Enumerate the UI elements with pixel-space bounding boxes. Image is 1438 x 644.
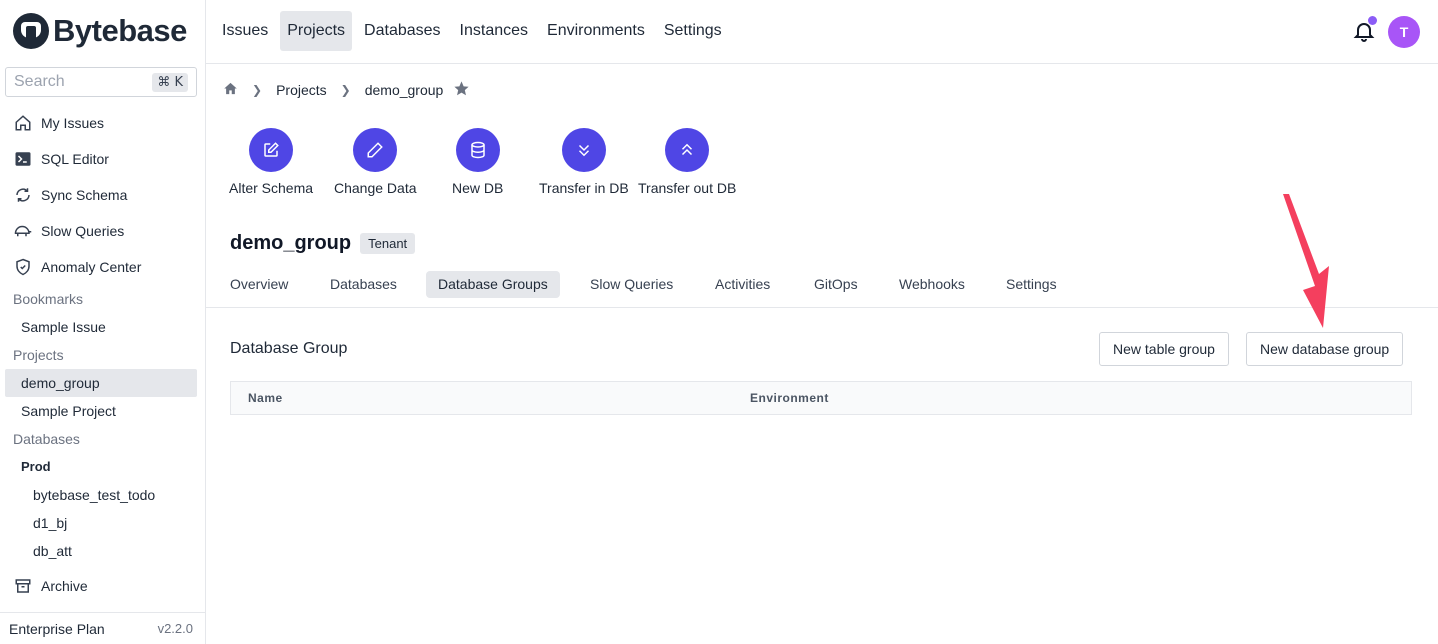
double-chevron-down-icon bbox=[561, 128, 606, 172]
turtle-icon bbox=[13, 221, 33, 241]
database-item[interactable]: bytebase_test_todo bbox=[0, 481, 206, 509]
column-header-environment: Environment bbox=[750, 391, 829, 405]
top-nav: Issues Projects Databases Instances Envi… bbox=[215, 11, 734, 51]
database-item[interactable]: db_att bbox=[0, 537, 206, 565]
environment-label[interactable]: Prod bbox=[0, 453, 206, 481]
quick-action-label: New DB bbox=[452, 180, 504, 196]
archive-icon bbox=[13, 576, 33, 596]
sidebar-item-my-issues[interactable]: My Issues bbox=[0, 105, 206, 141]
bookmark-item[interactable]: Sample Issue bbox=[0, 313, 206, 341]
quick-action-label: Alter Schema bbox=[229, 180, 314, 196]
sync-icon bbox=[13, 185, 33, 205]
tab-slow-queries[interactable]: Slow Queries bbox=[578, 271, 685, 298]
topnav-settings[interactable]: Settings bbox=[657, 11, 729, 51]
app-name: Bytebase bbox=[53, 13, 187, 48]
chevron-right-icon: ❯ bbox=[252, 83, 263, 97]
sidebar-item-sql-editor[interactable]: SQL Editor bbox=[0, 141, 206, 177]
project-tabs: Overview Databases Database Groups Slow … bbox=[206, 270, 1438, 308]
plan-label[interactable]: Enterprise Plan bbox=[9, 621, 105, 637]
sidebar: Bytebase ⌘ K My Issues SQL Editor Sync S… bbox=[0, 0, 206, 644]
notification-bell-icon[interactable] bbox=[1352, 16, 1377, 43]
quick-action-transfer-out-db[interactable]: Transfer out DB bbox=[638, 128, 736, 196]
quick-action-alter-schema[interactable]: Alter Schema bbox=[229, 128, 313, 196]
project-header: demo_group Tenant bbox=[230, 232, 416, 255]
version-label: v2.2.0 bbox=[157, 621, 193, 636]
tab-settings[interactable]: Settings bbox=[994, 271, 1069, 298]
avatar[interactable]: T bbox=[1388, 16, 1420, 48]
sidebar-item-archive[interactable]: Archive bbox=[0, 568, 206, 604]
shield-icon bbox=[13, 257, 33, 277]
sidebar-nav: My Issues SQL Editor Sync Schema Slow Qu… bbox=[0, 105, 206, 604]
project-item-sample-project[interactable]: Sample Project bbox=[0, 397, 206, 425]
quick-action-label: Change Data bbox=[334, 180, 417, 196]
search-shortcut: ⌘ K bbox=[152, 72, 188, 92]
topnav-databases[interactable]: Databases bbox=[357, 11, 448, 51]
sidebar-item-label: Sync Schema bbox=[41, 187, 128, 203]
tab-overview[interactable]: Overview bbox=[218, 271, 300, 298]
annotation-arrow-icon bbox=[1283, 194, 1329, 328]
sidebar-item-sync-schema[interactable]: Sync Schema bbox=[0, 177, 206, 213]
search-input[interactable] bbox=[14, 73, 134, 91]
new-database-group-button[interactable]: New database group bbox=[1246, 332, 1404, 366]
sidebar-item-label: Slow Queries bbox=[41, 223, 125, 239]
bytebase-logo[interactable]: Bytebase bbox=[13, 13, 187, 49]
edit-square-icon bbox=[249, 128, 294, 172]
breadcrumb-projects[interactable]: Projects bbox=[276, 82, 327, 98]
notification-dot bbox=[1368, 16, 1377, 25]
sidebar-item-anomaly-center[interactable]: Anomaly Center bbox=[0, 249, 206, 285]
tab-gitops[interactable]: GitOps bbox=[802, 271, 870, 298]
tab-databases[interactable]: Databases bbox=[318, 271, 409, 298]
sidebar-item-label: My Issues bbox=[41, 115, 105, 131]
double-chevron-up-icon bbox=[665, 128, 710, 172]
sidebar-item-label: Archive bbox=[41, 578, 88, 594]
search-box[interactable]: ⌘ K bbox=[5, 67, 197, 97]
quick-action-new-db[interactable]: New DB bbox=[452, 128, 503, 196]
database-group-title: Database Group bbox=[230, 340, 348, 357]
topnav-issues[interactable]: Issues bbox=[215, 11, 275, 51]
database-icon bbox=[455, 128, 500, 172]
main-content: ❯ Projects ❯ demo_group Alter Schema Cha… bbox=[206, 64, 1438, 644]
bookmarks-label: Bookmarks bbox=[13, 291, 84, 307]
sidebar-footer: Enterprise Plan v2.2.0 bbox=[0, 612, 206, 644]
sidebar-item-slow-queries[interactable]: Slow Queries bbox=[0, 213, 206, 249]
column-header-name: Name bbox=[248, 391, 283, 405]
topnav-instances[interactable]: Instances bbox=[453, 11, 535, 51]
project-item-demo-group[interactable]: demo_group bbox=[5, 369, 197, 397]
topnav-projects[interactable]: Projects bbox=[280, 11, 353, 51]
breadcrumb-current: demo_group bbox=[364, 82, 444, 98]
database-group-table: Name Environment bbox=[230, 381, 1412, 415]
pencil-icon bbox=[353, 128, 398, 172]
bytebase-logo-icon bbox=[13, 13, 49, 49]
home-icon bbox=[13, 113, 33, 133]
sidebar-item-label: SQL Editor bbox=[41, 151, 109, 167]
star-icon[interactable] bbox=[453, 80, 470, 100]
breadcrumb: ❯ Projects ❯ demo_group bbox=[223, 80, 470, 100]
tab-webhooks[interactable]: Webhooks bbox=[887, 271, 977, 298]
projects-label: Projects bbox=[13, 347, 64, 363]
database-item[interactable]: d1_bj bbox=[0, 509, 206, 537]
quick-action-change-data[interactable]: Change Data bbox=[334, 128, 417, 196]
new-table-group-button[interactable]: New table group bbox=[1099, 332, 1229, 366]
project-title: demo_group bbox=[230, 232, 352, 254]
topnav-environments[interactable]: Environments bbox=[540, 11, 652, 51]
quick-action-label: Transfer in DB bbox=[539, 180, 629, 196]
sidebar-item-label: Anomaly Center bbox=[41, 259, 142, 275]
top-bar: Issues Projects Databases Instances Envi… bbox=[206, 0, 1438, 64]
databases-label: Databases bbox=[13, 431, 80, 447]
chevron-right-icon: ❯ bbox=[340, 83, 351, 97]
quick-action-label: Transfer out DB bbox=[638, 180, 737, 196]
tab-activities[interactable]: Activities bbox=[703, 271, 782, 298]
tab-database-groups[interactable]: Database Groups bbox=[426, 271, 560, 298]
project-mode-badge: Tenant bbox=[360, 233, 416, 254]
quick-action-transfer-in-db[interactable]: Transfer in DB bbox=[539, 128, 629, 196]
home-icon[interactable] bbox=[223, 81, 238, 99]
terminal-icon bbox=[13, 149, 33, 169]
